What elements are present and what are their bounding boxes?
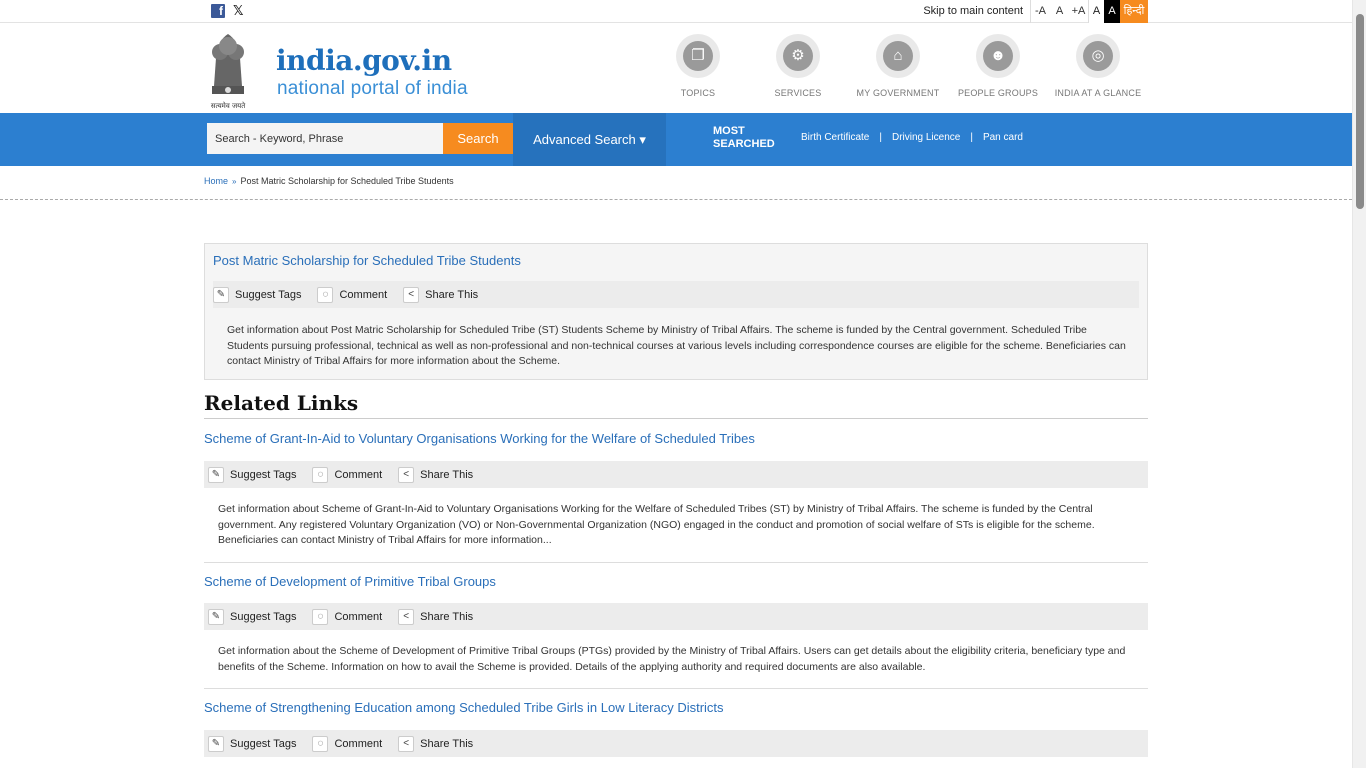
separator: | <box>879 132 882 143</box>
nav-india-at-a-glance[interactable]: ◎ INDIA AT A GLANCE <box>1048 34 1148 98</box>
divider <box>204 688 1148 689</box>
skip-to-main-link[interactable]: Skip to main content <box>916 0 1031 23</box>
comment-icon: ◌ <box>312 608 329 625</box>
social-links: f 𝕏 <box>211 4 247 18</box>
suggest-tags-button[interactable]: ✎ Suggest Tags <box>208 466 296 483</box>
action-bar: ✎ Suggest Tags ◌ Comment < Share This <box>204 461 1148 488</box>
share-icon: < <box>398 466 415 483</box>
nav-label: MY GOVERNMENT <box>856 88 940 98</box>
breadcrumb-home[interactable]: Home <box>204 176 228 186</box>
divider <box>204 562 1148 563</box>
related-link-title[interactable]: Scheme of Strengthening Education among … <box>204 700 724 715</box>
nav-services[interactable]: ⚙ SERVICES <box>748 34 848 98</box>
facebook-icon[interactable]: f <box>211 4 225 18</box>
search-input[interactable] <box>207 123 443 154</box>
search-button[interactable]: Search <box>443 123 513 154</box>
nav-people-groups[interactable]: ☻ PEOPLE GROUPS <box>948 34 1048 98</box>
divider <box>0 199 1352 200</box>
glance-icon: ◎ <box>1083 41 1113 71</box>
suggest-tags-button[interactable]: ✎ Suggest Tags <box>208 608 296 625</box>
scrollbar-thumb[interactable] <box>1356 14 1364 209</box>
site-title[interactable]: india.gov.in <box>276 44 452 77</box>
comment-icon: ◌ <box>317 286 334 303</box>
most-searched-label: MOST SEARCHED <box>713 125 775 150</box>
share-button[interactable]: < Share This <box>403 286 478 303</box>
government-icon: ⌂ <box>883 41 913 71</box>
related-link-description: Get information about Scheme of Grant-In… <box>218 503 1095 546</box>
nav-topics[interactable]: ❐ TOPICS <box>648 34 748 98</box>
top-utility-bar: f 𝕏 Skip to main content -A A +A A A हिन… <box>0 0 1352 23</box>
tag-icon: ✎ <box>213 286 229 303</box>
nav-label: TOPICS <box>680 88 716 98</box>
font-decrease-button[interactable]: -A <box>1031 0 1050 23</box>
advanced-search-dropdown[interactable]: Advanced Search ▾ <box>513 113 666 166</box>
separator: | <box>970 132 973 143</box>
scheme-description: Get information about Post Matric Schola… <box>227 324 1126 367</box>
action-bar: ✎ Suggest Tags ◌ Comment < Share This <box>204 603 1148 630</box>
birth-certificate-link[interactable]: Birth Certificate <box>801 132 869 143</box>
comment-button[interactable]: ◌ Comment <box>312 466 382 483</box>
font-increase-button[interactable]: +A <box>1069 0 1088 23</box>
share-button[interactable]: < Share This <box>398 466 473 483</box>
comment-button[interactable]: ◌ Comment <box>317 286 387 303</box>
related-links-heading: Related Links <box>204 391 359 415</box>
topics-icon: ❐ <box>683 41 713 71</box>
comment-button[interactable]: ◌ Comment <box>312 608 382 625</box>
hindi-language-button[interactable]: हिन्दी <box>1120 0 1148 23</box>
high-contrast-button[interactable]: A <box>1104 0 1120 23</box>
breadcrumb-current: Post Matric Scholarship for Scheduled Tr… <box>240 176 454 186</box>
scheme-card: Post Matric Scholarship for Scheduled Tr… <box>204 243 1148 380</box>
comment-button[interactable]: ◌ Comment <box>312 735 382 752</box>
nav-label: INDIA AT A GLANCE <box>1054 88 1142 98</box>
action-bar: ✎ Suggest Tags ◌ Comment < Share This <box>204 730 1148 757</box>
share-button[interactable]: < Share This <box>398 735 473 752</box>
share-icon: < <box>398 608 415 625</box>
share-button[interactable]: < Share This <box>398 608 473 625</box>
font-normal-button[interactable]: A <box>1050 0 1069 23</box>
people-icon: ☻ <box>983 41 1013 71</box>
main-nav: ❐ TOPICS ⚙ SERVICES ⌂ MY GOVERNMENT ☻ PE… <box>648 34 1148 98</box>
tag-icon: ✎ <box>208 466 224 483</box>
comment-icon: ◌ <box>312 735 329 752</box>
scheme-title[interactable]: Post Matric Scholarship for Scheduled Tr… <box>213 253 521 268</box>
share-icon: < <box>398 735 415 752</box>
services-icon: ⚙ <box>783 41 813 71</box>
breadcrumb-arrow-icon: » <box>232 177 237 186</box>
driving-licence-link[interactable]: Driving Licence <box>892 132 960 143</box>
accessibility-controls: Skip to main content -A A +A A A हिन्दी <box>916 0 1148 23</box>
search-bar: Search Advanced Search ▾ MOST SEARCHED B… <box>0 113 1352 166</box>
national-emblem-logo[interactable]: सत्यमेव जयते <box>204 28 252 112</box>
related-link-title[interactable]: Scheme of Development of Primitive Triba… <box>204 574 496 589</box>
breadcrumb: Home » Post Matric Scholarship for Schedul… <box>204 176 454 186</box>
tag-icon: ✎ <box>208 735 224 752</box>
nav-label: SERVICES <box>774 88 822 98</box>
related-link-description: Get information about the Scheme of Deve… <box>218 645 1126 673</box>
related-link-title[interactable]: Scheme of Grant-In-Aid to Voluntary Orga… <box>204 431 755 446</box>
pan-card-link[interactable]: Pan card <box>983 132 1023 143</box>
x-twitter-icon[interactable]: 𝕏 <box>233 4 247 18</box>
svg-text:सत्यमेव जयते: सत्यमेव जयते <box>211 101 246 110</box>
nav-label: PEOPLE GROUPS <box>957 88 1039 98</box>
most-searched-links: Birth Certificate | Driving Licence | Pa… <box>801 132 1023 143</box>
share-icon: < <box>403 286 420 303</box>
normal-contrast-button[interactable]: A <box>1088 0 1104 23</box>
suggest-tags-button[interactable]: ✎ Suggest Tags <box>208 735 296 752</box>
page-scrollbar[interactable] <box>1352 0 1366 768</box>
site-header: सत्यमेव जयते india.gov.in national porta… <box>0 24 1352 113</box>
nav-my-government[interactable]: ⌂ MY GOVERNMENT <box>848 34 948 98</box>
comment-icon: ◌ <box>312 466 329 483</box>
action-bar: ✎ Suggest Tags ◌ Comment < Share This <box>213 281 1139 308</box>
suggest-tags-button[interactable]: ✎ Suggest Tags <box>213 286 301 303</box>
site-subtitle: national portal of india <box>277 78 468 99</box>
divider <box>204 418 1148 419</box>
tag-icon: ✎ <box>208 608 224 625</box>
